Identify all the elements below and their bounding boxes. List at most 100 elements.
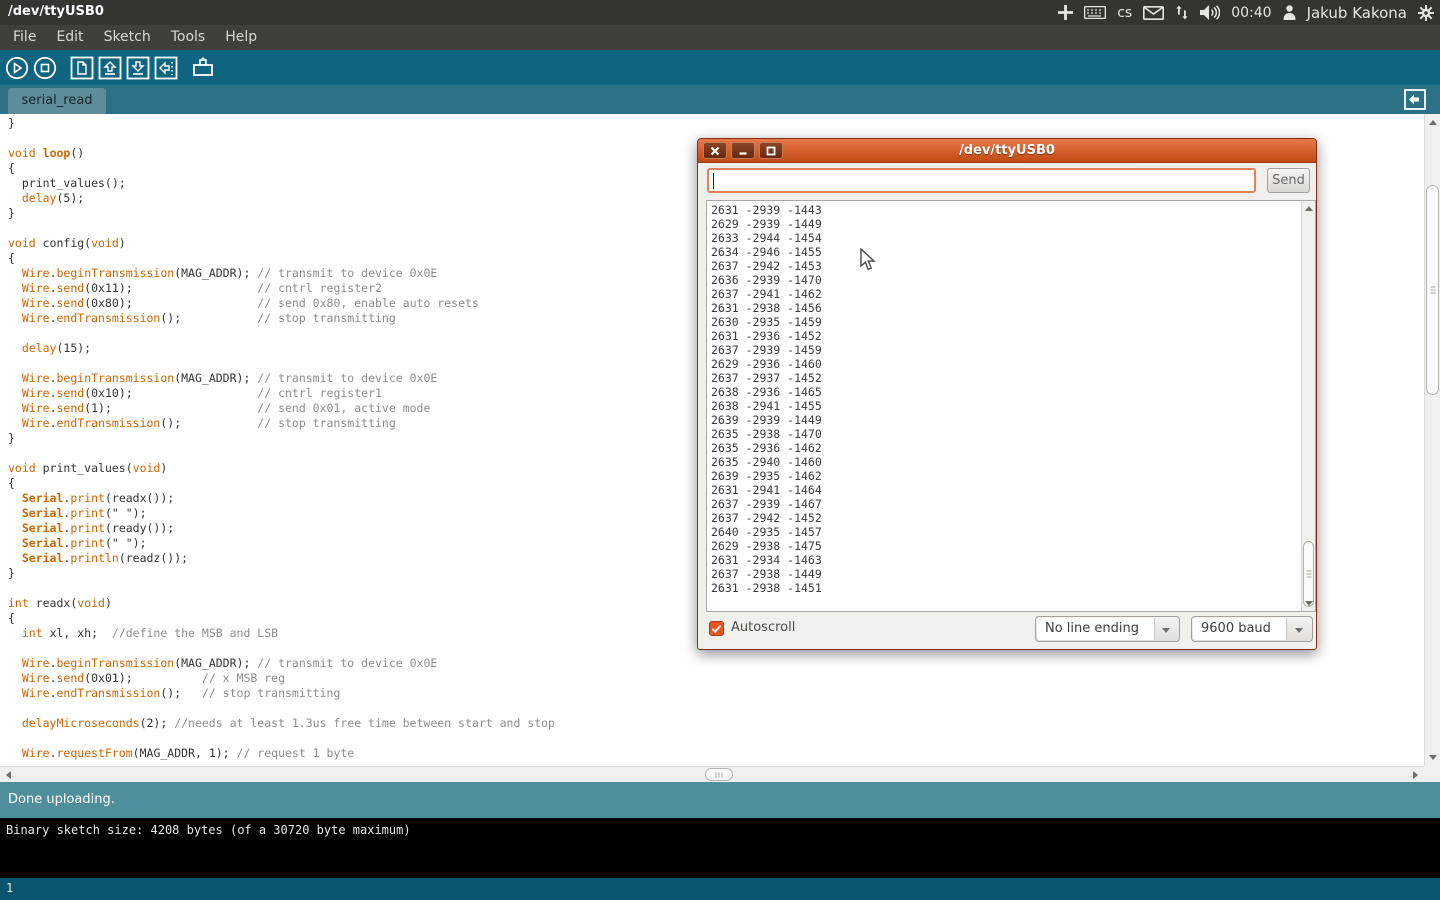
menu-item[interactable]: Help [215,25,267,50]
user-menu[interactable]: Jakub Kakona [1307,4,1407,22]
serial-output-line: 2631 -2938 -1451 [711,581,1301,595]
serial-output-line: 2637 -2942 -1453 [711,259,1301,273]
serial-output-line: 2635 -2936 -1462 [711,441,1301,455]
open-sketch-button[interactable] [98,56,122,80]
line-number-bar: 1 [0,878,1440,900]
serial-output-line: 2631 -2938 -1456 [711,301,1301,315]
serial-output-line: 2637 -2937 -1452 [711,371,1301,385]
serial-output-line: 2637 -2939 -1467 [711,497,1301,511]
serial-output-lines: 2631 -2939 -14432629 -2939 -14492633 -29… [707,201,1301,611]
code-line: Wire.beginTransmission(MAG_ADDR); // tra… [8,656,1424,671]
serial-output-line: 2635 -2940 -1460 [711,455,1301,469]
network-arrows-icon[interactable] [1175,5,1189,21]
serial-output-line: 2637 -2942 -1452 [711,511,1301,525]
serial-output-area[interactable]: 2631 -2939 -14432629 -2939 -14492633 -29… [706,200,1316,612]
status-bar: Done uploading. [0,782,1440,818]
scroll-up-icon[interactable] [1429,120,1437,125]
serial-monitor-footer: Autoscroll No line ending 9600 baud [698,616,1316,642]
serial-output-line: 2637 -2939 -1459 [711,343,1301,357]
send-button[interactable]: Send [1267,168,1310,193]
chevron-down-icon[interactable] [1286,617,1312,641]
code-line: Wire.requestFrom(MAG_ADDR, 1); // reques… [8,746,1424,761]
menubar: FileEditSketchToolsHelp [0,25,1440,50]
user-icon [1283,5,1296,20]
horizontal-scroll-thumb[interactable] [705,768,733,781]
serial-output-line: 2631 -2934 -1463 [711,553,1301,567]
serial-output-line: 2638 -2936 -1465 [711,385,1301,399]
vertical-scroll-thumb[interactable] [1426,185,1439,395]
system-panel: /dev/ttyUSB0 cs 00:40 Jakub Kakona [0,0,1440,25]
editor-horizontal-scrollbar[interactable] [0,766,1424,782]
toolbar [0,50,1440,85]
focused-window-title: /dev/ttyUSB0 [8,4,104,19]
grip-icon [716,772,723,777]
grip-icon [1430,287,1435,294]
verify-button[interactable] [5,56,29,80]
scroll-right-icon[interactable] [1413,771,1418,779]
new-sketch-button[interactable] [70,56,94,80]
save-sketch-button[interactable] [126,56,150,80]
scrollbar-corner [1424,766,1440,782]
keyboard-layout-indicator[interactable]: cs [1117,5,1132,21]
code-line: delayMicroseconds(2); //needs at least 1… [8,716,1424,731]
editor-vertical-scrollbar[interactable] [1424,114,1440,766]
text-caret [713,173,714,189]
stop-button[interactable] [33,56,57,80]
console-output: Binary sketch size: 4208 bytes (of a 307… [0,818,1440,878]
serial-output-line: 2629 -2939 -1449 [711,217,1301,231]
serial-monitor-title: /dev/ttyUSB0 [698,143,1316,158]
serial-scrollbar[interactable] [1301,201,1315,611]
current-line-number: 1 [6,881,13,895]
baud-rate-select[interactable]: 9600 baud [1191,616,1313,642]
serial-output-line: 2631 -2941 -1464 [711,483,1301,497]
desktop: /dev/ttyUSB0 cs 00:40 Jakub Kakona FileE… [0,0,1440,900]
serial-output-line: 2635 -2938 -1470 [711,427,1301,441]
serial-output-line: 2637 -2941 -1462 [711,287,1301,301]
line-ending-value: No line ending [1037,618,1155,640]
scroll-down-icon[interactable] [1429,755,1437,760]
serial-output-line: 2629 -2936 -1460 [711,357,1301,371]
keyboard-icon[interactable] [1084,6,1106,19]
code-line [8,701,1424,716]
code-line: Wire.endTransmission(); // stop transmit… [8,686,1424,701]
scroll-down-icon[interactable] [1305,601,1313,606]
serial-output-line: 2631 -2939 -1443 [711,203,1301,217]
scroll-up-icon[interactable] [1305,206,1313,211]
serial-monitor-window: /dev/ttyUSB0 Send 2631 -2939 -14432629 -… [697,138,1317,650]
tab-serial-read[interactable]: serial_read [8,88,106,114]
menu-item[interactable]: Tools [161,25,216,50]
volume-icon[interactable] [1200,5,1220,20]
mail-icon[interactable] [1143,6,1164,20]
tabbar: serial_read [0,85,1440,114]
serial-output-line: 2629 -2938 -1475 [711,539,1301,553]
serial-output-line: 2630 -2935 -1459 [711,315,1301,329]
power-gear-icon[interactable] [1418,5,1434,21]
app-indicator-icon[interactable] [1058,5,1073,20]
serial-output-line: 2640 -2935 -1457 [711,525,1301,539]
system-tray: cs 00:40 Jakub Kakona [1058,0,1434,25]
serial-output-line: 2639 -2939 -1449 [711,413,1301,427]
serial-output-line: 2631 -2936 -1452 [711,329,1301,343]
serial-scroll-thumb[interactable] [1303,541,1314,607]
menu-item[interactable]: Edit [46,25,93,50]
autoscroll-label[interactable]: Autoscroll [731,620,795,635]
serial-output-line: 2634 -2946 -1455 [711,245,1301,259]
serial-output-line: 2637 -2938 -1449 [711,567,1301,581]
serial-monitor-button[interactable] [191,56,215,80]
scroll-left-icon[interactable] [6,771,11,779]
serial-output-line: 2636 -2939 -1470 [711,273,1301,287]
arrow-in-square-icon[interactable] [1403,88,1427,111]
baud-rate-value: 9600 baud [1193,618,1287,640]
serial-output-line: 2638 -2941 -1455 [711,399,1301,413]
menu-item[interactable]: Sketch [94,25,161,50]
line-ending-select[interactable]: No line ending [1035,616,1180,642]
autoscroll-checkbox[interactable] [709,621,724,636]
serial-monitor-titlebar[interactable]: /dev/ttyUSB0 [698,139,1316,163]
upload-button[interactable] [154,56,178,80]
chevron-down-icon[interactable] [1153,617,1179,641]
serial-output-line: 2639 -2935 -1462 [711,469,1301,483]
clock[interactable]: 00:40 [1231,5,1271,21]
menu-item[interactable]: File [3,25,46,50]
serial-input-field[interactable] [707,168,1256,193]
code-line [8,731,1424,746]
